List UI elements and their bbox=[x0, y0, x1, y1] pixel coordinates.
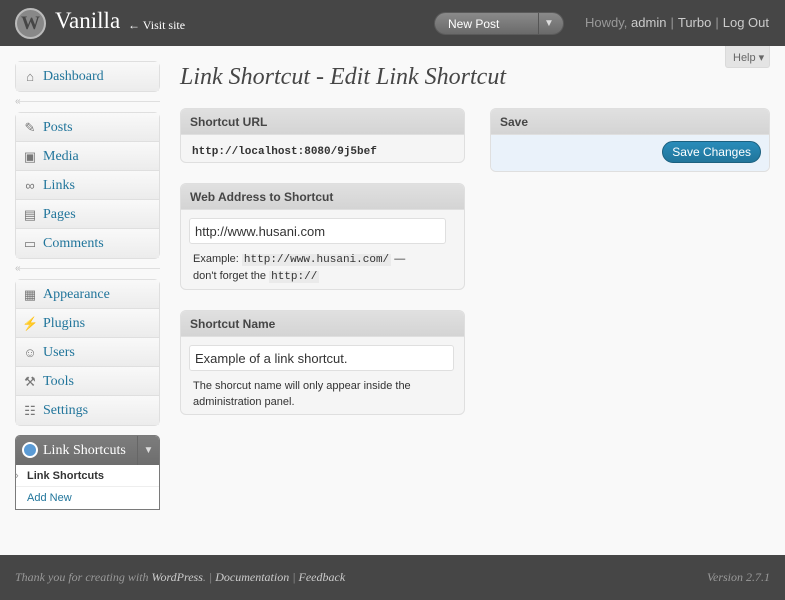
site-title: Vanilla bbox=[55, 8, 121, 33]
page-title: Link Shortcut - Edit Link Shortcut bbox=[180, 64, 506, 90]
help-prefix: Example: bbox=[193, 253, 239, 265]
dropdown-arrow-icon[interactable]: ▼ bbox=[544, 18, 554, 29]
menu-item-tools[interactable]: ⚒ Tools bbox=[16, 367, 159, 396]
footer-thank-you: Thank you for creating with bbox=[15, 570, 149, 584]
shortcut-name-box: Shortcut Name The shorcut name will only… bbox=[180, 310, 465, 415]
menu-item-label: Pages bbox=[43, 207, 76, 222]
link-icon: ∞ bbox=[25, 178, 35, 193]
footer-credits: Thank you for creating with WordPress. |… bbox=[15, 570, 346, 584]
box-heading: Save bbox=[491, 109, 769, 135]
menu-item-media[interactable]: ▣ Media bbox=[16, 142, 159, 171]
menu-item-pages[interactable]: ▤ Pages bbox=[16, 200, 159, 229]
tools-icon: ⚒ bbox=[24, 374, 36, 389]
menu-item-label: Links bbox=[43, 178, 75, 193]
menu-item-plugins[interactable]: ⚡ Plugins bbox=[16, 309, 159, 338]
users-icon: ☺ bbox=[23, 345, 37, 360]
save-changes-button[interactable]: Save Changes bbox=[662, 141, 761, 163]
menu-item-label: Appearance bbox=[43, 287, 110, 302]
logout-link[interactable]: Log Out bbox=[723, 15, 769, 30]
save-box: Save Save Changes bbox=[490, 108, 770, 172]
admin-header: W Vanilla ← Visit site New Post ▼ Howdy,… bbox=[0, 0, 785, 46]
howdy-text: Howdy, bbox=[585, 15, 628, 30]
feedback-link[interactable]: Feedback bbox=[299, 570, 346, 584]
shortcut-url-value: http://localhost:8080/9j5bef bbox=[192, 146, 377, 158]
plug-icon: ⚡ bbox=[22, 316, 39, 331]
menu-item-dashboard[interactable]: ⌂ Dashboard bbox=[16, 62, 159, 91]
dropdown-divider bbox=[538, 13, 539, 34]
visit-site-link[interactable]: ← Visit site bbox=[128, 18, 185, 33]
menu-link-shortcuts-group: Link Shortcuts ▼ Link Shortcuts Add New bbox=[15, 435, 160, 510]
box-heading: Web Address to Shortcut bbox=[181, 184, 464, 210]
wordpress-logo-icon: W bbox=[15, 8, 46, 39]
menu-separator bbox=[15, 268, 160, 269]
media-icon: ▣ bbox=[23, 149, 37, 164]
menu-admin-group: ▦ Appearance ⚡ Plugins ☺ Users ⚒ Tools ☷… bbox=[15, 279, 160, 426]
appearance-icon: ▦ bbox=[23, 287, 37, 302]
link-shortcuts-icon bbox=[22, 442, 38, 458]
wordpress-link[interactable]: WordPress bbox=[152, 570, 203, 584]
favorite-actions-dropdown[interactable]: New Post ▼ bbox=[434, 12, 564, 35]
menu-item-label: Comments bbox=[43, 236, 104, 251]
box-heading: Shortcut URL bbox=[181, 109, 464, 135]
web-address-input[interactable] bbox=[189, 218, 446, 244]
help-protocol-code: http:// bbox=[269, 271, 320, 283]
menu-item-link-shortcuts[interactable]: Link Shortcuts ▼ bbox=[16, 436, 159, 465]
separator: | bbox=[715, 15, 719, 30]
footer-version: Version 2.7.1 bbox=[707, 570, 770, 584]
menu-item-label: Link Shortcuts bbox=[43, 443, 126, 458]
pin-icon: ✎ bbox=[24, 120, 36, 135]
shortcut-name-help: The shorcut name will only appear inside… bbox=[193, 380, 411, 408]
help-dash: — bbox=[391, 253, 406, 265]
shortcut-name-input[interactable] bbox=[189, 345, 454, 371]
submenu-item-link-shortcuts[interactable]: Link Shortcuts bbox=[15, 465, 159, 487]
menu-item-label: Users bbox=[43, 345, 75, 360]
submenu-item-add-new[interactable]: Add New bbox=[16, 487, 159, 509]
menu-item-comments[interactable]: ▭ Comments bbox=[16, 229, 159, 258]
help-tab[interactable]: Help ▾ bbox=[725, 46, 770, 68]
menu-item-label: Settings bbox=[43, 403, 89, 418]
menu-dashboard-group: ⌂ Dashboard bbox=[15, 61, 160, 92]
menu-item-label: Media bbox=[43, 149, 79, 164]
settings-icon: ☷ bbox=[24, 403, 36, 418]
separator: | bbox=[670, 15, 674, 30]
dashboard-icon: ⌂ bbox=[26, 69, 34, 84]
menu-item-users[interactable]: ☺ Users bbox=[16, 338, 159, 367]
menu-item-settings[interactable]: ☷ Settings bbox=[16, 396, 159, 425]
menu-item-links[interactable]: ∞ Links bbox=[16, 171, 159, 200]
menu-item-label: Plugins bbox=[43, 316, 86, 331]
documentation-link[interactable]: Documentation bbox=[215, 570, 289, 584]
comment-icon: ▭ bbox=[23, 236, 37, 251]
submenu-toggle-icon[interactable]: ▼ bbox=[137, 436, 159, 465]
menu-item-label: Posts bbox=[43, 120, 73, 135]
web-address-box: Web Address to Shortcut Example: http://… bbox=[180, 183, 465, 290]
save-box-inside: Save Changes bbox=[491, 135, 769, 171]
user-info: Howdy, admin | Turbo | Log Out bbox=[585, 15, 769, 30]
menu-item-label: Dashboard bbox=[43, 69, 104, 84]
menu-item-appearance[interactable]: ▦ Appearance bbox=[16, 280, 159, 309]
admin-footer: Thank you for creating with WordPress. |… bbox=[0, 555, 785, 600]
menu-content-group: ✎ Posts ▣ Media ∞ Links ▤ Pages ▭ Commen… bbox=[15, 112, 160, 259]
help-middle: don't forget the bbox=[193, 270, 267, 282]
page-icon: ▤ bbox=[23, 207, 37, 222]
user-profile-link[interactable]: admin bbox=[631, 15, 666, 30]
new-post-link[interactable]: New Post bbox=[448, 17, 499, 31]
menu-item-posts[interactable]: ✎ Posts bbox=[16, 113, 159, 142]
turbo-link[interactable]: Turbo bbox=[678, 15, 711, 30]
menu-separator bbox=[15, 101, 160, 102]
help-example-code: http://www.husani.com/ bbox=[241, 254, 392, 266]
web-address-help: Example: http://www.husani.com/ — don't … bbox=[189, 251, 456, 285]
box-heading: Shortcut Name bbox=[181, 311, 464, 337]
menu-item-label: Tools bbox=[43, 374, 74, 389]
shortcut-url-box: Shortcut URL http://localhost:8080/9j5be… bbox=[180, 108, 465, 163]
